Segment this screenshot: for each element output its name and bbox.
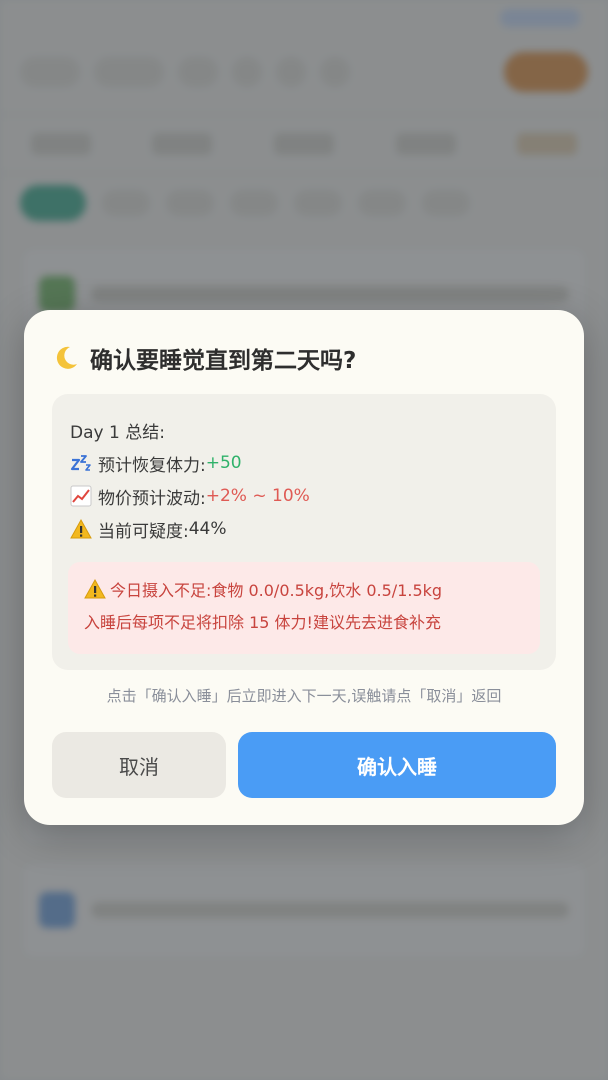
price-label: 物价预计波动: <box>98 488 206 509</box>
price-row: 物价预计波动: +2% ~ 10% <box>70 483 310 509</box>
warning-icon <box>84 578 106 600</box>
moon-icon <box>52 344 80 372</box>
dialog-title-row: 确认要睡觉直到第二天吗? <box>52 340 356 376</box>
restore-label: 预计恢复体力: <box>98 455 206 476</box>
summary-box: Day 1 总结: 预计恢复体力: +50 物价预计波动: +2% ~ 10% <box>52 394 556 670</box>
warning-text-1: 今日摄入不足:食物 0.0/0.5kg,饮水 0.5/1.5kg <box>110 581 443 600</box>
suspicion-label: 当前可疑度: <box>98 521 189 542</box>
suspicion-row: 当前可疑度: 44% <box>70 516 227 542</box>
restore-value: +50 <box>205 453 242 473</box>
warning-line-1: 今日摄入不足:食物 0.0/0.5kg,饮水 0.5/1.5kg <box>84 576 442 602</box>
intake-warning-box: 今日摄入不足:食物 0.0/0.5kg,饮水 0.5/1.5kg 入睡后每项不足… <box>68 562 540 654</box>
restore-row: 预计恢复体力: +50 <box>70 450 242 476</box>
warning-text-2: 入睡后每项不足将扣除 15 体力!建议先去进食补充 <box>84 613 441 632</box>
cancel-button[interactable]: 取消 <box>52 732 226 798</box>
dialog-title: 确认要睡觉直到第二天吗? <box>90 348 357 374</box>
warning-icon <box>70 518 92 540</box>
chart-increasing-icon <box>70 485 92 507</box>
sleep-confirm-dialog: 确认要睡觉直到第二天吗? Day 1 总结: 预计恢复体力: +50 物价预计波… <box>24 310 584 825</box>
suspicion-value: 44% <box>188 519 227 539</box>
dialog-hint: 点击「确认入睡」后立即进入下一天,误触请点「取消」返回 <box>106 687 502 705</box>
sleep-icon <box>70 452 92 474</box>
confirm-sleep-button[interactable]: 确认入睡 <box>238 732 556 798</box>
price-value: +2% ~ 10% <box>205 486 310 506</box>
summary-heading: Day 1 总结: <box>70 422 165 443</box>
